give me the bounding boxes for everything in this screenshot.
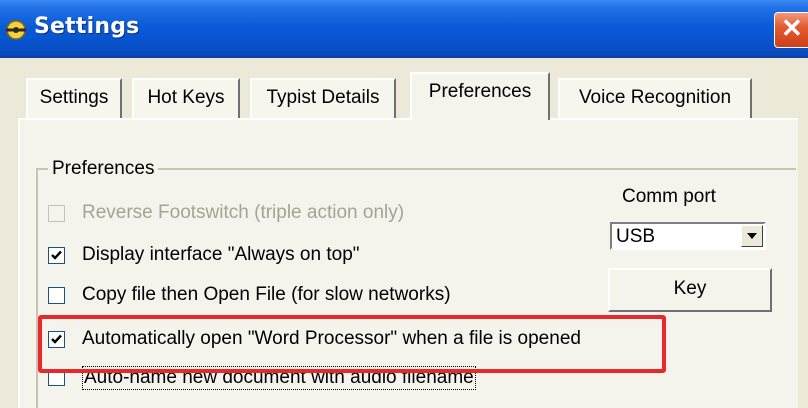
tab-settings[interactable]: Settings xyxy=(26,78,122,118)
close-icon: ✕ xyxy=(781,13,803,43)
window-title: Settings xyxy=(34,14,140,39)
tab-hot-keys[interactable]: Hot Keys xyxy=(132,78,240,118)
key-button[interactable]: Key xyxy=(608,268,772,312)
option-label: Copy file then Open File (for slow netwo… xyxy=(82,284,451,305)
comm-port-value: USB xyxy=(616,226,656,247)
tab-label: Hot Keys xyxy=(147,87,225,108)
checkbox-copy-then-open[interactable] xyxy=(48,287,65,304)
close-button[interactable]: ✕ xyxy=(774,12,808,48)
groupbox-label: Preferences xyxy=(48,158,159,180)
checkmark-icon xyxy=(51,250,62,260)
checkbox-reverse-footswitch[interactable] xyxy=(48,205,65,222)
title-bar: Settings ✕ xyxy=(0,0,808,58)
tab-label: Typist Details xyxy=(266,87,380,108)
highlight-box xyxy=(38,315,666,373)
chevron-down-icon xyxy=(747,233,757,239)
key-button-label: Key xyxy=(673,278,707,299)
tab-label: Voice Recognition xyxy=(578,87,732,108)
app-icon xyxy=(6,20,26,40)
tab-label: Preferences xyxy=(428,81,532,102)
comm-port-select[interactable]: USB xyxy=(610,222,766,250)
dropdown-button[interactable] xyxy=(741,225,763,247)
tab-voice-recognition[interactable]: Voice Recognition xyxy=(558,78,752,118)
option-label: Reverse Footswitch (triple action only) xyxy=(82,202,405,223)
tab-preferences[interactable]: Preferences xyxy=(410,72,550,120)
tab-label: Settings xyxy=(39,87,109,108)
tab-typist-details[interactable]: Typist Details xyxy=(250,78,396,118)
checkbox-always-on-top[interactable] xyxy=(48,247,65,264)
option-label: Display interface "Always on top" xyxy=(82,244,360,265)
comm-port-label: Comm port xyxy=(622,186,716,207)
